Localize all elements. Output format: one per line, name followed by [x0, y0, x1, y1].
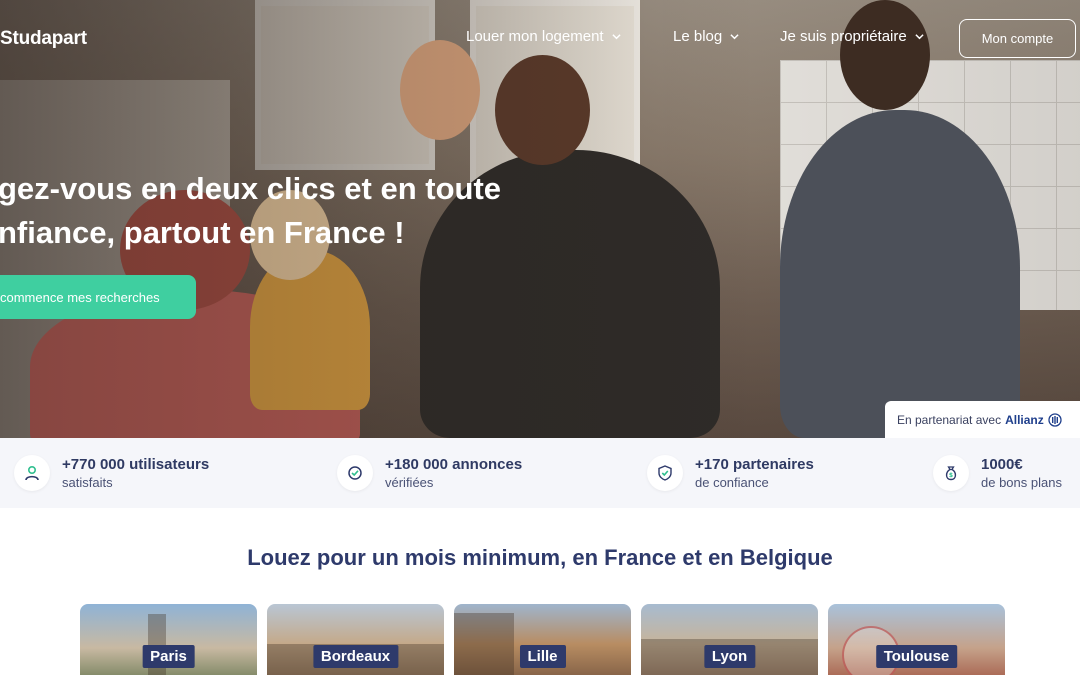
- section-title: Louez pour un mois minimum, en France et…: [247, 545, 833, 570]
- city-name: Lyon: [703, 645, 756, 668]
- partner-brand: Allianz: [1005, 412, 1044, 427]
- stats-bar: +770 000 utilisateurs satisfaits +180 00…: [0, 438, 1080, 508]
- stat-users: +770 000 utilisateurs satisfaits: [14, 438, 209, 508]
- chevron-down-icon: [915, 34, 924, 40]
- stat-partners: +170 partenaires de confiance: [647, 438, 814, 508]
- stat-value: +180 000 annonces: [385, 455, 523, 473]
- stat-listings: +180 000 annonces vérifiées: [337, 438, 522, 508]
- stat-value: +170 partenaires: [695, 455, 814, 473]
- chevron-down-icon: [730, 34, 739, 40]
- money-bag-icon: $: [933, 455, 969, 491]
- brand-logo[interactable]: Studapart: [0, 28, 87, 50]
- stat-caption: vérifiées: [385, 474, 434, 490]
- city-name: Lille: [519, 645, 566, 668]
- city-name: Bordeaux: [312, 645, 399, 668]
- stat-deals: $ 1000€ de bons plans: [933, 438, 1062, 508]
- partner-badge: En partenariat avec Allianz: [885, 401, 1080, 438]
- city-name: Paris: [142, 645, 195, 668]
- allianz-logo-icon: [1048, 412, 1062, 427]
- city-photo-landmark: [454, 613, 514, 675]
- city-card-paris[interactable]: Paris: [80, 604, 257, 675]
- city-card-bordeaux[interactable]: Bordeaux: [267, 604, 444, 675]
- nav-item-louer[interactable]: Louer mon logement: [466, 28, 621, 45]
- nav-item-blog[interactable]: Le blog: [673, 28, 739, 45]
- hero-headline-line: nfiance, partout en France !: [0, 215, 405, 250]
- account-button[interactable]: Mon compte: [959, 19, 1076, 58]
- stat-value: +770 000 utilisateurs: [62, 455, 210, 473]
- start-search-button[interactable]: commence mes recherches: [0, 275, 196, 319]
- city-card-lille[interactable]: Lille: [454, 604, 631, 675]
- stat-caption: de bons plans: [981, 474, 1062, 490]
- svg-text:$: $: [949, 472, 953, 479]
- nav-item-label: Louer mon logement: [466, 28, 604, 45]
- nav-item-proprietaire[interactable]: Je suis propriétaire: [780, 28, 924, 45]
- partner-text: En partenariat avec: [897, 412, 1002, 427]
- city-name: Toulouse: [875, 645, 958, 668]
- hero-headline-line: gez-vous en deux clics et en toute: [0, 171, 502, 206]
- nav-item-label: Le blog: [673, 28, 723, 45]
- stat-caption: satisfaits: [62, 474, 113, 490]
- check-circle-icon: [337, 455, 373, 491]
- user-icon: [14, 455, 50, 491]
- city-card-lyon[interactable]: Lyon: [641, 604, 818, 675]
- city-card-toulouse[interactable]: Toulouse: [828, 604, 1005, 675]
- city-cards: Paris Bordeaux Lille Lyon Toulouse: [80, 604, 1010, 675]
- stat-value: 1000€: [981, 455, 1023, 473]
- shield-check-icon: [647, 455, 683, 491]
- hero-headline: gez-vous en deux clics et en toute nfian…: [0, 167, 618, 255]
- chevron-down-icon: [611, 34, 621, 40]
- stat-caption: de confiance: [695, 474, 769, 490]
- nav-item-label: Je suis propriétaire: [780, 28, 907, 45]
